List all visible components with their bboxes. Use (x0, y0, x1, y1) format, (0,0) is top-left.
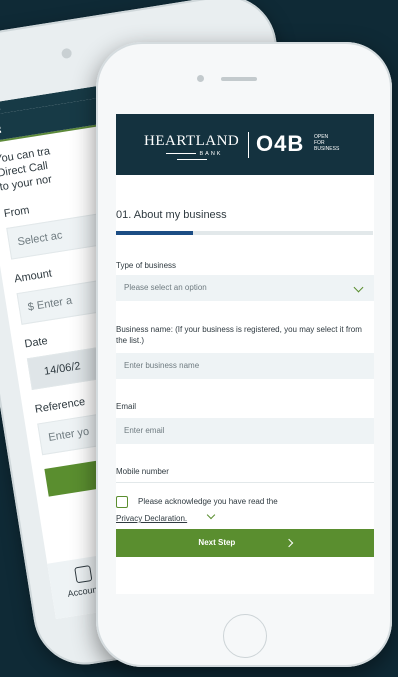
hamburger-menu-icon[interactable] (0, 123, 2, 135)
o4b-logo: O4B (256, 131, 305, 156)
chevron-down-icon[interactable] (206, 510, 216, 520)
mobile-number-label: Mobile number (116, 467, 169, 476)
home-button[interactable] (223, 614, 267, 658)
front-camera (197, 75, 204, 82)
progress-bar (116, 231, 373, 235)
email-input[interactable]: Enter email (116, 418, 374, 444)
acknowledge-text: Please acknowledge you have read the (138, 497, 278, 506)
business-name-input[interactable]: Enter business name (116, 353, 374, 379)
acknowledge-checkbox[interactable] (116, 496, 128, 508)
chevron-down-icon (353, 282, 364, 293)
privacy-declaration-link[interactable]: Privacy Declaration. (116, 514, 187, 523)
type-of-business-placeholder: Please select an option (124, 283, 207, 292)
o4b-tagline: OPEN FOR BUSINESS (314, 134, 340, 152)
type-of-business-select[interactable]: Please select an option (116, 275, 374, 301)
section-title: 01. About my business (116, 209, 227, 221)
front-speaker (221, 77, 257, 81)
home-icon (74, 565, 93, 584)
business-name-label: Business name: (If your business is regi… (116, 325, 362, 345)
heartland-logo-text: HEARTLAND (144, 133, 240, 149)
back-phone-camera (60, 47, 73, 60)
progress-fill (116, 231, 194, 235)
front-phone: HEARTLAND BANK O4B OPEN FOR BUSINESS 01.… (96, 42, 392, 667)
chevron-right-icon (284, 538, 293, 548)
front-phone-screen: HEARTLAND BANK O4B OPEN FOR BUSINESS 01.… (116, 114, 374, 594)
type-of-business-label: Type of business (116, 261, 177, 270)
logo-divider (248, 132, 249, 158)
bank-logo-text: BANK (144, 151, 240, 163)
next-step-label: Next Step (198, 538, 236, 547)
brand-header: HEARTLAND BANK O4B OPEN FOR BUSINESS (116, 114, 374, 175)
email-label: Email (116, 402, 137, 411)
next-step-button[interactable]: Next Step (116, 529, 374, 557)
mobile-number-divider (116, 482, 374, 483)
